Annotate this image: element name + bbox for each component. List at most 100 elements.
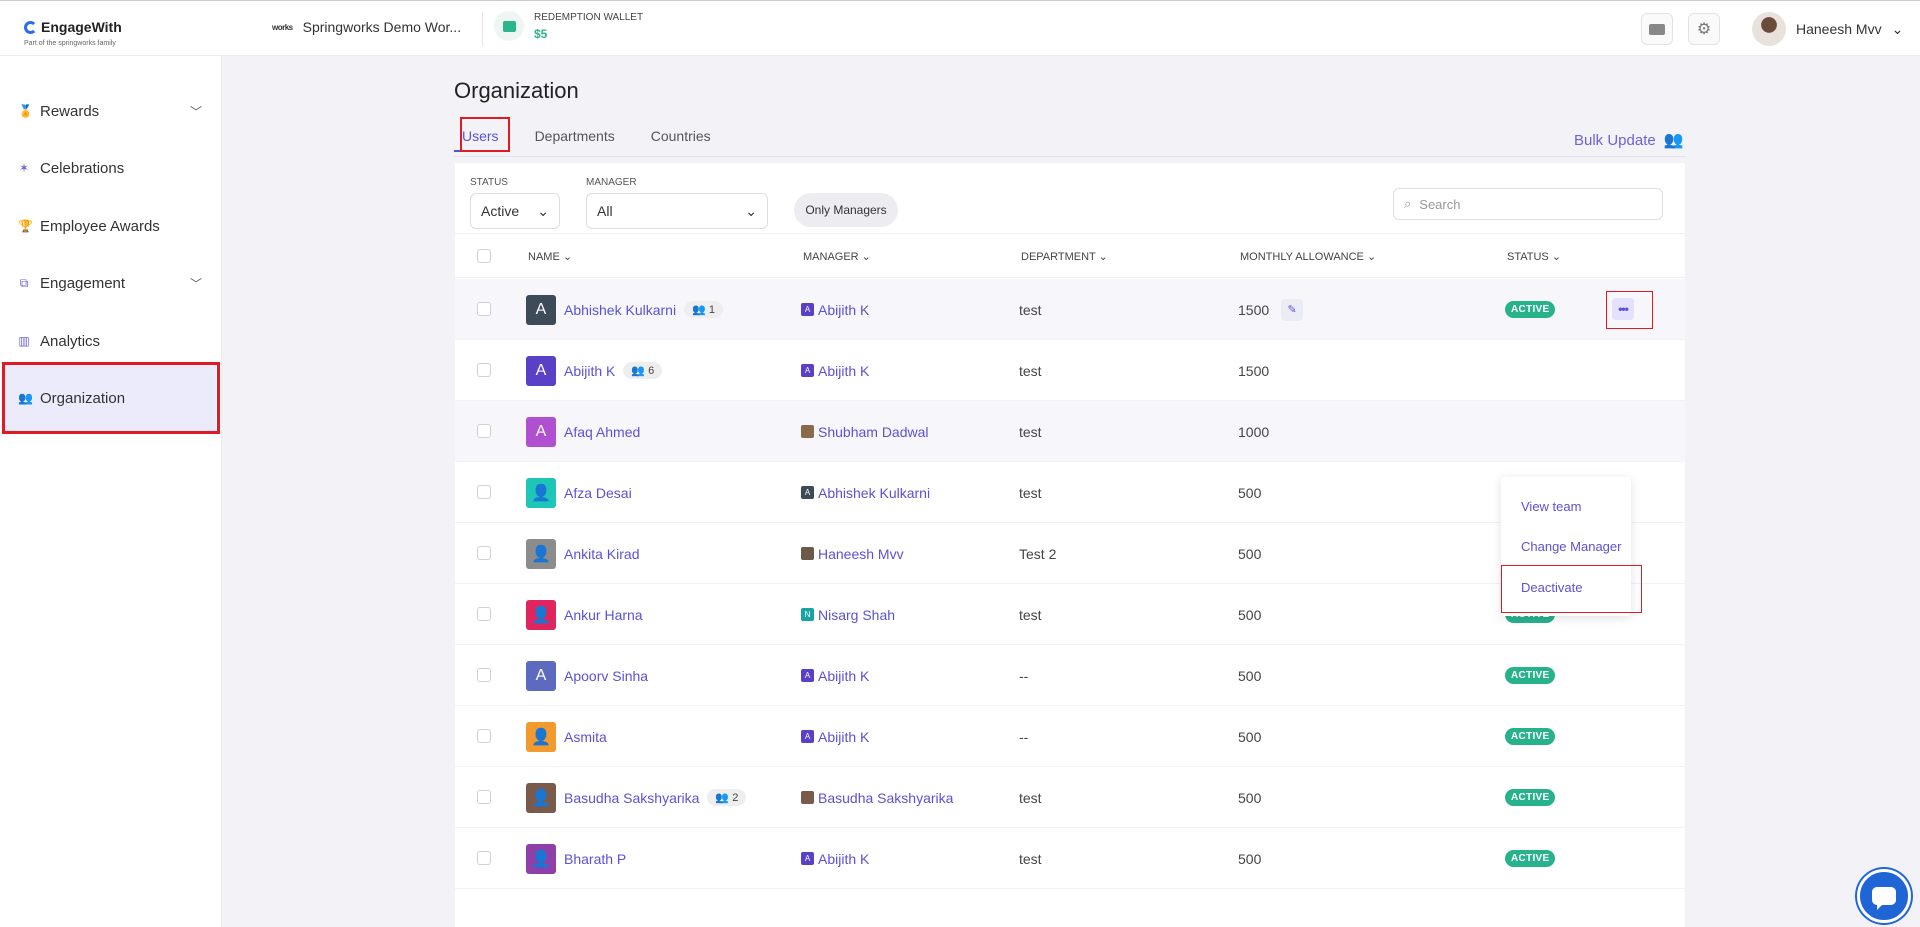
table-row[interactable]: A Abijith K 👥 6 A Abijith K test 1500 — [455, 340, 1685, 401]
settings-button[interactable]: ⚙ — [1688, 13, 1720, 45]
row-checkbox[interactable] — [477, 790, 491, 804]
user-name-link[interactable]: Afza Desai — [564, 485, 632, 501]
user-name-link[interactable]: Abijith K — [564, 363, 615, 379]
tab-countries[interactable]: Countries — [643, 122, 719, 152]
user-name-link[interactable]: Basudha Sakshyarika — [564, 790, 699, 806]
sidebar-item-organization[interactable]: 👥 Organization — [4, 365, 216, 431]
top-bar: EngageWith Part of the springworks famil… — [0, 0, 1920, 56]
allowance-cell: 1500 — [1238, 340, 1269, 401]
user-name-link[interactable]: Asmita — [564, 729, 607, 745]
manager-avatar: A — [801, 669, 814, 682]
manager-name-link[interactable]: Abijith K — [818, 363, 869, 379]
user-name-link[interactable]: Ankita Kirad — [564, 546, 639, 562]
manager-name-link[interactable]: Abijith K — [818, 729, 869, 745]
user-name-link[interactable]: Abhishek Kulkarni — [564, 302, 676, 318]
workspace-switcher[interactable]: works Springworks Demo Wor... — [272, 19, 461, 35]
avatar: 👤 — [526, 721, 556, 752]
table-row[interactable]: 👤 Asmita A Abijith K -- 500 ACTIVE — [455, 706, 1685, 767]
billing-button[interactable] — [1641, 13, 1673, 45]
tab-departments[interactable]: Departments — [527, 122, 623, 152]
manager-name-link[interactable]: Nisarg Shah — [818, 607, 895, 623]
user-name-link[interactable]: Bharath P — [564, 851, 626, 867]
table-row[interactable]: A Abhishek Kulkarni 👥 1 A Abijith K test … — [455, 279, 1685, 340]
brand-logo[interactable]: EngageWith Part of the springworks famil… — [24, 19, 122, 47]
row-checkbox[interactable] — [477, 851, 491, 865]
row-checkbox[interactable] — [477, 424, 491, 438]
status-badge: ACTIVE — [1505, 850, 1556, 867]
manager-name-link[interactable]: Abhishek Kulkarni — [818, 485, 930, 501]
manager-avatar: A — [801, 303, 814, 316]
menu-item-change-manager[interactable]: Change Manager — [1521, 539, 1621, 554]
people-icon: 👥 — [18, 391, 33, 405]
status-badge: ACTIVE — [1505, 789, 1556, 806]
menu-item-view-team[interactable]: View team — [1521, 499, 1581, 514]
status-filter-select[interactable]: Active ⌄ — [470, 193, 560, 229]
row-checkbox[interactable] — [477, 729, 491, 743]
select-all-checkbox[interactable] — [477, 249, 491, 263]
user-name-link[interactable]: Ankur Harna — [564, 607, 643, 623]
department-cell: test — [1019, 301, 1042, 318]
allowance-value: 500 — [1238, 850, 1262, 867]
status-badge: ACTIVE — [1505, 301, 1556, 318]
bulk-update-button[interactable]: Bulk Update 👥 — [1574, 130, 1684, 150]
row-checkbox[interactable] — [477, 363, 491, 377]
status-cell: ACTIVE — [1505, 645, 1556, 706]
search-input[interactable]: ⌕ Search — [1393, 188, 1663, 220]
manager-name-link[interactable]: Abijith K — [818, 851, 869, 867]
row-checkbox[interactable] — [477, 485, 491, 499]
user-name-link[interactable]: Apoorv Sinha — [564, 668, 648, 684]
credit-card-icon — [1649, 23, 1665, 35]
user-menu[interactable]: Haneesh Mvv ⌄ — [1752, 12, 1903, 46]
table-row[interactable]: A Apoorv Sinha A Abijith K -- 500 ACTIVE — [455, 645, 1685, 706]
allowance-value: 500 — [1238, 606, 1262, 623]
bulk-update-label: Bulk Update — [1574, 131, 1656, 149]
team-count-badge[interactable]: 👥 6 — [623, 362, 663, 379]
user-cell: A Apoorv Sinha — [526, 645, 648, 706]
column-header-allowance[interactable]: MONTHLY ALLOWANCE ⌄ — [1240, 250, 1376, 263]
manager-avatar: A — [801, 730, 814, 743]
manager-filter-select[interactable]: All ⌄ — [586, 193, 768, 229]
column-header-status[interactable]: STATUS ⌄ — [1507, 250, 1561, 263]
manager-filter-label: MANAGER — [586, 177, 637, 188]
chevron-down-icon: ⌄ — [745, 202, 757, 219]
sidebar-item-analytics[interactable]: ▥ Analytics — [0, 321, 220, 361]
row-checkbox[interactable] — [477, 607, 491, 621]
manager-name-link[interactable]: Shubham Dadwal — [818, 424, 929, 440]
user-cell: 👤 Asmita — [526, 706, 607, 767]
row-checkbox[interactable] — [477, 302, 491, 316]
user-name-link[interactable]: Afaq Ahmed — [564, 424, 640, 440]
sidebar-item-celebrations[interactable]: ✶ Celebrations — [0, 148, 220, 188]
row-checkbox[interactable] — [477, 668, 491, 682]
highlight-row-actions — [1606, 291, 1653, 329]
wallet-value: $5 — [534, 26, 548, 41]
table-row[interactable]: A Afaq Ahmed Shubham Dadwal test 1000 — [455, 401, 1685, 462]
pencil-icon: ✎ — [1287, 304, 1297, 316]
medal-icon: 🏅 — [18, 104, 33, 118]
row-checkbox[interactable] — [477, 546, 491, 560]
manager-cell: A Abijith K — [801, 279, 869, 340]
manager-name-link[interactable]: Abijith K — [818, 668, 869, 684]
tabs-divider — [454, 156, 1686, 157]
column-header-name[interactable]: NAME ⌄ — [528, 250, 572, 263]
department-cell: Test 2 — [1019, 545, 1057, 562]
manager-name-link[interactable]: Haneesh Mvv — [818, 546, 904, 562]
brand-mark-icon — [24, 20, 37, 34]
redemption-wallet[interactable]: REDEMPTION WALLET $5 — [494, 11, 643, 41]
sidebar-item-employee-awards[interactable]: 🏆 Employee Awards — [0, 206, 220, 246]
table-row[interactable]: 👤 Basudha Sakshyarika 👥 2 Basudha Sakshy… — [455, 767, 1685, 828]
column-header-manager[interactable]: MANAGER ⌄ — [803, 250, 871, 263]
manager-name-link[interactable]: Basudha Sakshyarika — [818, 790, 953, 806]
manager-name-link[interactable]: Abijith K — [818, 302, 869, 318]
allowance-value: 1500 — [1238, 301, 1270, 318]
team-count-badge[interactable]: 👥 2 — [707, 789, 747, 806]
avatar: A — [526, 294, 556, 325]
chat-support-button[interactable] — [1857, 869, 1911, 923]
only-managers-toggle[interactable]: Only Managers — [794, 193, 898, 227]
column-header-department[interactable]: DEPARTMENT ⌄ — [1021, 250, 1108, 263]
sidebar-item-engagement[interactable]: ⧉ Engagement ﹀ — [0, 263, 220, 303]
department-cell: test — [1019, 362, 1042, 379]
sidebar-item-rewards[interactable]: 🏅 Rewards ﹀ — [0, 91, 220, 131]
team-count-badge[interactable]: 👥 1 — [684, 301, 723, 318]
table-row[interactable]: 👤 Bharath P A Abijith K test 500 ACTIVE — [455, 828, 1685, 889]
edit-allowance-button[interactable]: ✎ — [1281, 298, 1304, 321]
